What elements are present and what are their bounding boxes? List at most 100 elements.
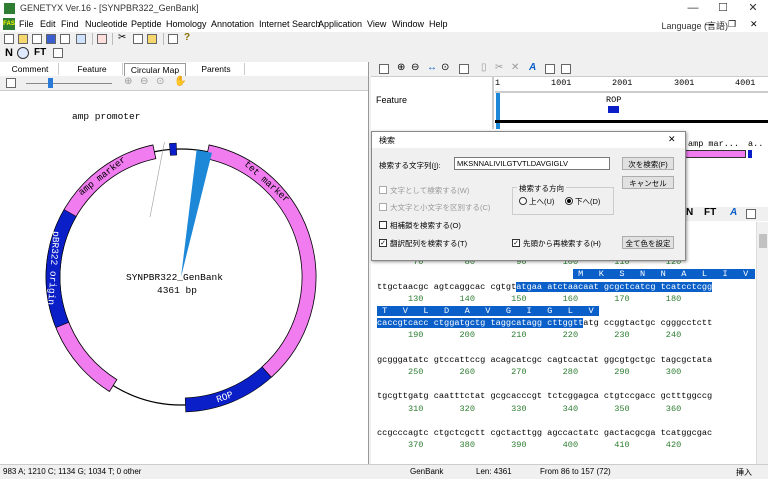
position-numbers: 190 200 210 220 230 240: [377, 330, 682, 341]
hand-icon[interactable]: ✋: [174, 76, 186, 87]
list-icon[interactable]: [97, 34, 107, 44]
feature-track-label: Feature: [376, 95, 408, 105]
cancel-button[interactable]: キャンセル: [622, 176, 674, 189]
complement-checkbox[interactable]: [379, 221, 387, 229]
seq-list-icon[interactable]: [746, 209, 756, 219]
seq-font-icon[interactable]: A: [730, 207, 737, 218]
menu-edit[interactable]: Edit: [40, 19, 56, 29]
open-folder-icon[interactable]: [18, 34, 28, 44]
amp-marker-feature-label: amp mar...: [688, 139, 740, 149]
menu-nucleotide[interactable]: Nucleotide: [85, 19, 128, 29]
font-icon[interactable]: A: [529, 62, 536, 73]
graphic-print-icon[interactable]: [545, 64, 555, 74]
mdi-minimize-button[interactable]: —: [705, 19, 714, 29]
tab-circular-map[interactable]: Circular Map: [124, 63, 186, 76]
zoom-slider-thumb[interactable]: [48, 78, 53, 88]
color-all-button[interactable]: 全て色を設定: [622, 236, 674, 249]
amp-promoter-label: amp promoter: [72, 111, 141, 122]
graphic-copy-icon[interactable]: [379, 64, 389, 74]
circular-mode-icon[interactable]: [17, 47, 29, 59]
direction-down-label: 下へ(D): [575, 197, 601, 206]
menu-file[interactable]: File: [19, 19, 34, 29]
graphic-zoom-out-icon[interactable]: ⊖: [411, 62, 419, 73]
print-icon[interactable]: [60, 34, 70, 44]
graphic-delete-icon[interactable]: ✕: [511, 62, 519, 73]
tab-parents[interactable]: Parents: [188, 63, 245, 75]
maximize-button[interactable]: ☐: [708, 1, 738, 16]
tab-comment[interactable]: Comment: [2, 63, 59, 75]
graphic-paste-icon[interactable]: ▯: [481, 62, 487, 73]
menu-application[interactable]: Application: [318, 19, 362, 29]
match-as-text-label: 文字として検索する(W): [390, 186, 470, 195]
translation-line: M K S N N A L I V I L G: [377, 269, 755, 280]
menu-peptide[interactable]: Peptide: [131, 19, 162, 29]
export-icon[interactable]: [76, 34, 86, 44]
zoom-slider-track[interactable]: [26, 83, 112, 84]
find-next-button[interactable]: 次を検索(F): [622, 157, 674, 170]
menu-homology[interactable]: Homology: [166, 19, 207, 29]
graphic-option-icon[interactable]: [459, 64, 469, 74]
wrap-search-checkbox[interactable]: ✓: [512, 239, 520, 247]
copy-icon[interactable]: [133, 34, 143, 44]
sequence-segment: atg ccggtactgc cgggcctctt: [583, 318, 713, 329]
menu-view[interactable]: View: [367, 19, 386, 29]
scrollbar-thumb[interactable]: [759, 234, 767, 248]
graphic-search-icon[interactable]: ⊙: [441, 62, 449, 73]
paste-icon[interactable]: [147, 34, 157, 44]
save-icon[interactable]: [46, 34, 56, 44]
new-file-icon[interactable]: [4, 34, 14, 44]
language-menu[interactable]: Language (言語): [661, 19, 728, 32]
sequence-scrollbar[interactable]: [756, 222, 768, 464]
direction-up-radio[interactable]: [519, 197, 527, 205]
seq-n-button[interactable]: N: [686, 207, 693, 218]
zoom-in-icon[interactable]: ⊕: [124, 76, 132, 87]
graphic-zoom-in-icon[interactable]: ⊕: [397, 62, 405, 73]
map-sequence-size: 4361 bp: [157, 285, 197, 296]
open-file-icon[interactable]: [32, 34, 42, 44]
translated-checkbox[interactable]: ✓: [379, 239, 387, 247]
minimize-button[interactable]: —: [678, 1, 708, 16]
file-format: GenBank: [410, 467, 444, 476]
graphic-cut-icon[interactable]: ✂: [495, 62, 503, 73]
search-match-highlight: caccgtcacc ctggatgctg taggcatagg cttggtt: [377, 318, 584, 329]
search-match-highlight: M K S N N A L I V I L G: [572, 269, 755, 280]
sequence-text[interactable]: t cacagttaaa 70 80 90 100 110 120 M K S …: [377, 245, 755, 463]
direction-up-label: 上へ(U): [529, 197, 555, 206]
help-icon[interactable]: ?: [184, 32, 190, 43]
menu-window[interactable]: Window: [392, 19, 424, 29]
feature-table-button[interactable]: FT: [34, 47, 46, 58]
dialog-close-button[interactable]: ✕: [668, 134, 676, 145]
fit-width-icon[interactable]: ↔: [427, 62, 437, 73]
document-icon[interactable]: FAS: [3, 18, 15, 30]
case-sensitive-label: 大文字と小文字を区別する(C): [390, 203, 491, 212]
sequence-segment: ttgctaacgc agtcaggcac cgtgt: [377, 281, 517, 292]
search-input[interactable]: MKSNNALIVILGTVTLDAVGIGLV: [454, 157, 610, 170]
cut-icon[interactable]: ✂: [118, 32, 126, 43]
direction-down-radio[interactable]: [565, 197, 573, 205]
zoom-fit-icon[interactable]: ⊙: [156, 76, 164, 87]
menu-find[interactable]: Find: [61, 19, 79, 29]
selection-wedge[interactable]: [181, 149, 212, 277]
mdi-restore-button[interactable]: ❐: [728, 19, 736, 30]
graphic-preview-icon[interactable]: [561, 64, 571, 74]
amp-marker-feature[interactable]: [684, 150, 746, 158]
zoom-out-icon[interactable]: ⊖: [140, 76, 148, 87]
menu-annotation[interactable]: Annotation: [211, 19, 254, 29]
close-button[interactable]: ✕: [738, 1, 768, 16]
case-sensitive-checkbox[interactable]: [379, 203, 387, 211]
mdi-close-button[interactable]: ✕: [750, 19, 758, 30]
tet-marker-label: tet marker: [242, 159, 292, 205]
amp-promoter-feature[interactable]: [169, 142, 178, 156]
menu-help[interactable]: Help: [429, 19, 448, 29]
selection-range: From 86 to 157 (72): [540, 467, 611, 476]
sequence-line: [377, 379, 382, 389]
tab-feature[interactable]: Feature: [62, 63, 123, 75]
sequence-line: [377, 416, 382, 426]
printer-icon[interactable]: [168, 34, 178, 44]
table-icon[interactable]: [53, 48, 63, 58]
map-copy-icon[interactable]: [6, 78, 16, 88]
menu-internet-search[interactable]: Internet Search: [259, 19, 321, 29]
nucleotide-mode-button[interactable]: N: [5, 47, 13, 59]
seq-ft-button[interactable]: FT: [704, 207, 716, 218]
match-as-text-checkbox[interactable]: [379, 186, 387, 194]
